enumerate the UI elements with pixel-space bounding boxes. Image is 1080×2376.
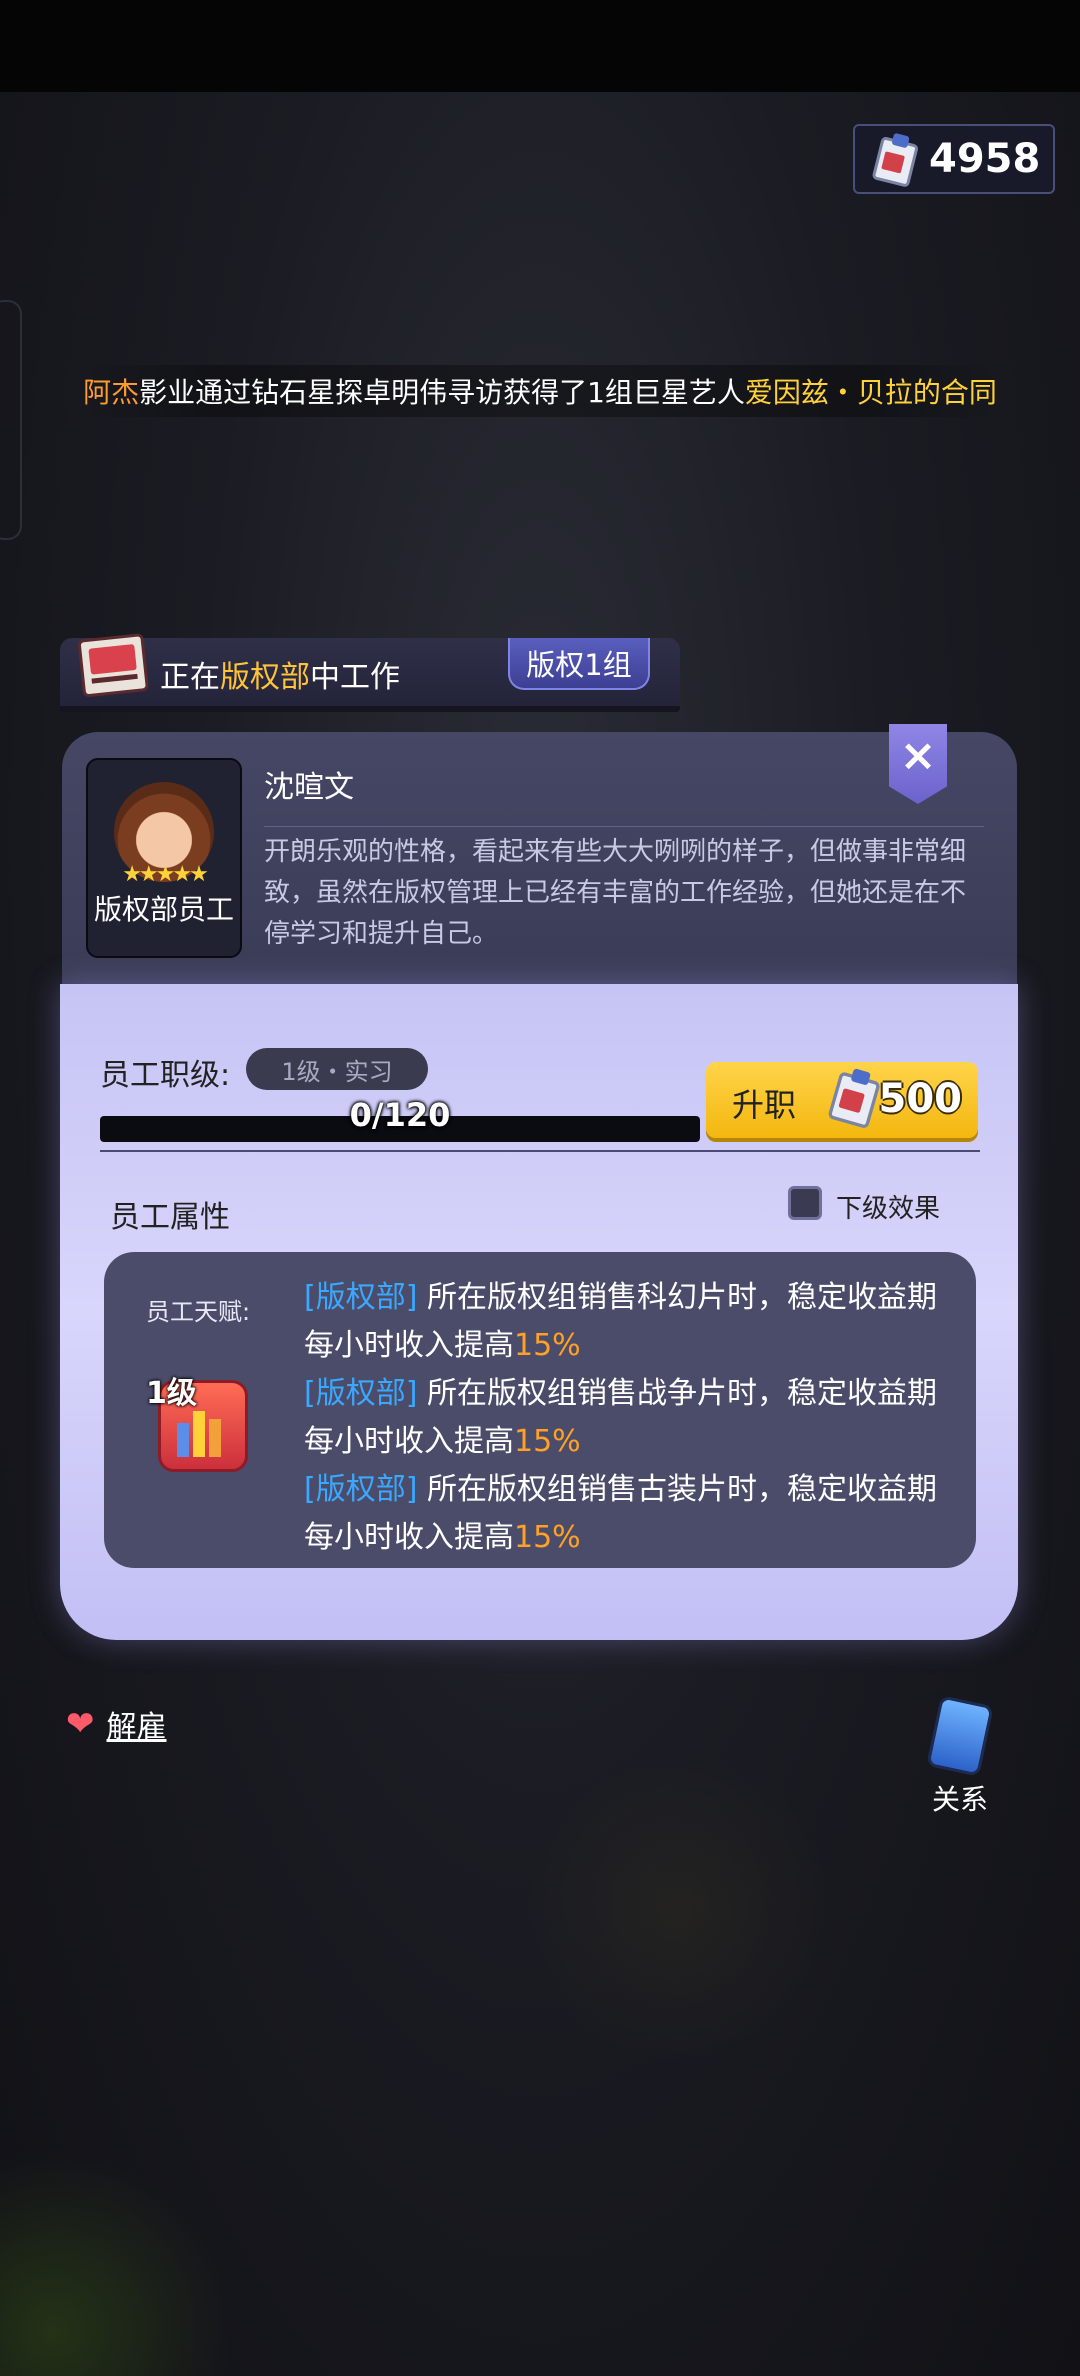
- divider: [264, 826, 984, 827]
- work-department: 版权部: [220, 660, 310, 695]
- close-icon: ×: [899, 730, 937, 781]
- talent-item: [版权部] 所在版权组销售科幻片时，稳定收益期每小时收入提高15%: [304, 1274, 944, 1370]
- side-panel-edge[interactable]: [0, 300, 22, 540]
- background-glow: [0, 2150, 260, 2376]
- work-suffix: 中工作: [310, 660, 400, 695]
- promote-cost: 500: [878, 1076, 963, 1122]
- talent-percent: 15%: [514, 1424, 581, 1459]
- clipboard-contract-icon: [871, 130, 921, 188]
- fire-label: 解雇: [106, 1710, 167, 1745]
- experience-progress-text: 0/120: [349, 1096, 451, 1134]
- talent-percent: 15%: [514, 1328, 581, 1363]
- broken-heart-icon: ❤: [66, 1704, 95, 1744]
- talent-level: 1级: [146, 1376, 197, 1411]
- work-status-text: 正在版权部中工作: [160, 652, 400, 696]
- talent-department: [版权部]: [304, 1376, 418, 1411]
- employee-description: 开朗乐观的性格，看起来有些大大咧咧的样子，但做事非常细致，虽然在版权管理上已经有…: [264, 837, 967, 949]
- ticker-text: 影业通过钻石星探卓明伟寻访获得了1组巨星艺人: [139, 376, 745, 409]
- phone-icon: [926, 1695, 994, 1777]
- talent-department: [版权部]: [304, 1472, 418, 1507]
- top-bar: [0, 0, 1080, 92]
- currency-value: 4958: [929, 136, 1041, 182]
- currency-display[interactable]: 4958: [853, 124, 1055, 194]
- employee-name: 沈暄文: [264, 770, 354, 805]
- promote-label: 升职: [732, 1086, 797, 1124]
- fire-button[interactable]: ❤ 解雇: [66, 1702, 167, 1746]
- talent-item: [版权部] 所在版权组销售战争片时，稳定收益期每小时收入提高15%: [304, 1370, 944, 1466]
- newspaper-icon: [77, 626, 156, 699]
- group-ribbon: 版权1组: [508, 638, 650, 690]
- lower-effect-checkbox[interactable]: [788, 1186, 822, 1220]
- level-badge: 1级・实习: [246, 1048, 428, 1090]
- experience-progress-bar: 0/120: [100, 1096, 700, 1142]
- news-ticker: 阿杰 影业通过钻石星探卓明伟寻访获得了1组巨星艺人 爱因兹・贝拉的合同: [82, 365, 998, 417]
- promote-button[interactable]: 升职 500: [706, 1062, 978, 1138]
- talent-list: [版权部] 所在版权组销售科幻片时，稳定收益期每小时收入提高15% [版权部] …: [304, 1274, 944, 1562]
- talent-percent: 15%: [514, 1520, 581, 1555]
- divider: [100, 1150, 980, 1152]
- talent-label: 员工天赋:: [146, 1298, 251, 1326]
- talent-panel: 员工天赋: 1级 [版权部] 所在版权组销售科幻片时，稳定收益期每小时收入提高1…: [104, 1252, 976, 1568]
- work-prefix: 正在: [160, 660, 220, 695]
- employee-portrait[interactable]: ★★★★★ 版权部员工: [86, 758, 242, 958]
- employee-role: 版权部员工: [93, 893, 234, 926]
- lower-effect-label[interactable]: 下级效果: [836, 1188, 940, 1225]
- talent-item: [版权部] 所在版权组销售古装片时，稳定收益期每小时收入提高15%: [304, 1466, 944, 1562]
- relationship-label: 关系: [931, 1783, 988, 1816]
- background-glow: [520, 1760, 840, 2060]
- ticker-studio-name: 阿杰: [83, 376, 140, 409]
- clipboard-contract-icon: [827, 1065, 882, 1130]
- talent-department: [版权部]: [304, 1280, 418, 1315]
- star-rating: ★★★★★: [122, 862, 209, 887]
- level-label: 员工职级:: [100, 1058, 231, 1093]
- ticker-artist-name: 爱因兹・贝拉的合同: [744, 376, 997, 409]
- relationship-button[interactable]: 关系: [918, 1695, 1002, 1818]
- attributes-title: 员工属性: [110, 1200, 230, 1235]
